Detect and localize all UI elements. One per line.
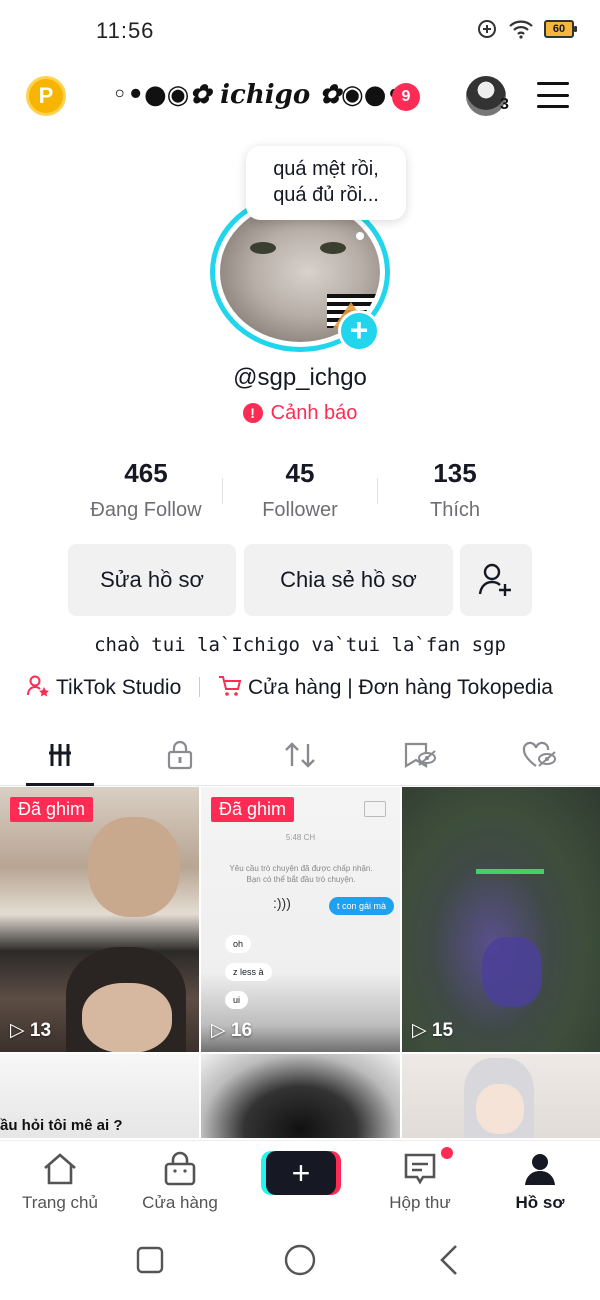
bookmark-hidden-icon [404, 742, 436, 768]
system-navigation [0, 1224, 600, 1300]
username: @sgp_ichgo [233, 364, 367, 391]
divider [199, 677, 201, 697]
nickname-selector[interactable]: ◦•●◉✿ ichigo ✿◉●•◦ [112, 80, 418, 110]
profile-header: P ◦•●◉✿ ichigo ✿◉●•◦ 9 3 [0, 66, 600, 128]
nav-home[interactable]: Trang chủ [0, 1149, 120, 1213]
play-icon: ▷ [412, 1020, 427, 1041]
video-thumbnail[interactable] [201, 1054, 400, 1138]
note-tail [356, 232, 364, 240]
image-icon [364, 801, 386, 817]
following-count: 465 [124, 458, 168, 488]
play-icon: ▷ [10, 1020, 25, 1041]
view-count: ▷ 13 [10, 1020, 52, 1041]
data-saver-icon [478, 20, 496, 38]
profile-stats: 465 Đang Follow 45 Follower 135 Thích [0, 458, 600, 528]
nav-shop[interactable]: Cửa hàng [120, 1149, 240, 1213]
battery-icon: 60 [544, 20, 577, 38]
nav-inbox-label: Hộp thư [389, 1193, 451, 1212]
profile-links: TikTok Studio Cửa hàng | Đơn hàng Tokope… [26, 674, 600, 700]
sent-message: t con gái mà [329, 897, 395, 915]
lock-icon [167, 740, 193, 769]
bottom-navigation: Trang chủ Cửa hàng + Hộp thư Hồ sơ [0, 1140, 600, 1224]
tab-videos[interactable] [0, 724, 120, 786]
video-caption: ầu hỏi tôi mê ai ? [0, 1117, 123, 1134]
unread-dot [441, 1147, 453, 1159]
coin-icon[interactable]: P [26, 76, 66, 116]
account-count: 3 [500, 96, 509, 113]
play-icon: ▷ [211, 1020, 226, 1041]
following-label: Đang Follow [90, 499, 202, 521]
tab-private[interactable] [120, 724, 240, 785]
warning-label: Cảnh báo [270, 402, 358, 424]
video-thumbnail[interactable]: 5:48 CH Yêu cầu trò chuyện đã được chấp … [201, 787, 400, 1052]
menu-icon[interactable] [537, 82, 569, 108]
video-thumbnail[interactable]: ầu hỏi tôi mê ai ? [0, 1054, 199, 1138]
stat-followers[interactable]: 45 Follower [220, 458, 380, 522]
repost-icon [285, 741, 315, 768]
back-icon[interactable] [438, 1244, 460, 1276]
shopping-bag-icon [164, 1151, 196, 1186]
studio-icon [27, 675, 49, 697]
pinned-badge: Đã ghim [10, 797, 94, 822]
alert-icon: ! [242, 403, 263, 423]
status-icons: 60 [476, 18, 577, 40]
likes-count: 135 [433, 458, 477, 488]
followers-count: 45 [285, 458, 315, 488]
chat-notice: Yêu cầu trò chuyện đã được chấp nhận. Bạ… [229, 864, 373, 884]
inbox-icon [404, 1153, 436, 1185]
likes-label: Thích [429, 499, 481, 521]
followers-label: Follower [262, 499, 338, 521]
shop-orders-link[interactable]: Cửa hàng | Đơn hàng Tokopedia [218, 676, 553, 699]
home-circle-icon[interactable] [284, 1244, 316, 1276]
received-message: z less à [225, 963, 272, 981]
edit-profile-button[interactable]: Sửa hồ sơ [68, 544, 236, 616]
grid-icon [49, 743, 71, 766]
heart-hidden-icon [522, 741, 556, 767]
nav-home-label: Trang chủ [22, 1193, 98, 1212]
recent-apps-icon[interactable] [136, 1246, 164, 1274]
add-story-button[interactable]: + [338, 310, 380, 352]
profile-icon [525, 1154, 555, 1185]
wifi-icon [509, 20, 533, 39]
note-text: quá mệt rồi, quá đủ rồi... [273, 158, 379, 206]
share-profile-button[interactable]: Chia sẻ hồ sơ [244, 544, 453, 616]
stat-following[interactable]: 465 Đang Follow [66, 458, 226, 522]
video-thumbnail[interactable] [402, 1054, 600, 1138]
view-count: ▷ 16 [211, 1020, 253, 1041]
received-message: oh [225, 935, 252, 953]
video-thumbnail[interactable]: ▷ 15 [402, 787, 600, 1052]
add-friends-button[interactable] [460, 544, 532, 616]
note-bubble[interactable]: quá mệt rồi, quá đủ rồi... [246, 146, 406, 220]
content-tabs [0, 724, 600, 786]
status-time: 11:56 [96, 18, 155, 43]
warning-link[interactable]: ! Cảnh báo [0, 402, 600, 425]
status-bar: 11:56 60 [0, 0, 600, 62]
tab-saved[interactable] [360, 724, 480, 785]
home-icon [44, 1153, 76, 1185]
pinned-badge: Đã ghim [211, 797, 295, 822]
received-message: ui [225, 991, 249, 1009]
video-thumbnail[interactable]: Đã ghim ▷ 13 [0, 787, 199, 1052]
sound-wave-icon: :))) [273, 895, 291, 911]
nav-inbox[interactable]: Hộp thư [360, 1149, 480, 1213]
stat-likes[interactable]: 135 Thích [375, 458, 535, 522]
nav-profile-label: Hồ sơ [515, 1193, 565, 1212]
tab-reposts[interactable] [240, 724, 360, 785]
nav-shop-label: Cửa hàng [142, 1193, 218, 1212]
tiktok-studio-link[interactable]: TikTok Studio [26, 675, 187, 699]
add-user-icon [478, 563, 511, 596]
shop-label: Cửa hàng | Đơn hàng Tokopedia [247, 676, 553, 699]
create-button[interactable]: + [266, 1151, 336, 1195]
studio-label: TikTok Studio [56, 676, 182, 699]
chat-time: 5:48 CH [285, 833, 316, 842]
view-count: ▷ 15 [412, 1020, 454, 1041]
tab-liked[interactable] [480, 724, 600, 785]
nav-profile[interactable]: Hồ sơ [480, 1149, 600, 1213]
cart-icon [218, 676, 242, 696]
bio-text: chaò tui la`Ichigo va`tui la`fan sgp [94, 634, 506, 656]
notification-badge: 9 [392, 83, 420, 111]
video-grid: Đã ghim ▷ 13 5:48 CH Yêu cầu trò chuyện … [0, 787, 600, 1138]
